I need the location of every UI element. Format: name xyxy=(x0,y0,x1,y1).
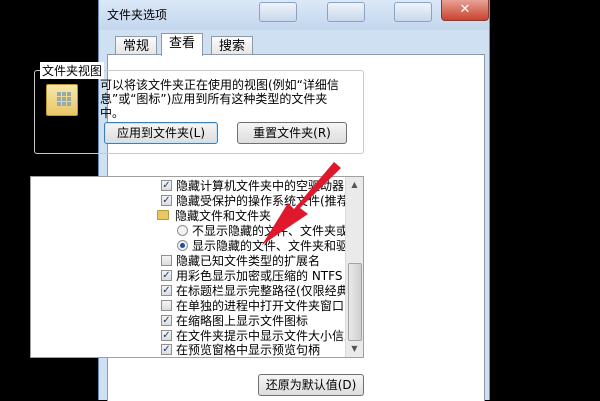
scrollbar-thumb[interactable] xyxy=(348,263,362,341)
close-icon: ✕ xyxy=(459,2,471,17)
list-item-label: 隐藏受保护的操作系统文件(推荐) xyxy=(176,194,354,208)
list-item-label: 隐藏文件和文件夹 xyxy=(175,209,272,223)
tab-general[interactable]: 常规 xyxy=(115,36,158,56)
list-item-label: 在单独的进程中打开文件夹窗口 xyxy=(176,299,345,313)
title-bar-button[interactable] xyxy=(394,2,432,22)
radio-button[interactable] xyxy=(177,240,188,251)
folder-icon xyxy=(157,210,169,220)
checkbox[interactable]: ✓ xyxy=(161,180,172,191)
list-item-label: 不显示隐藏的文件、文件夹或驱动器 xyxy=(192,224,363,238)
advanced-settings-label: 高级设置: xyxy=(30,162,83,176)
scroll-down-icon[interactable]: ▼ xyxy=(346,341,363,357)
list-item-label: 用彩色显示加密或压缩的 NTFS 文件 xyxy=(176,269,364,283)
vertical-scrollbar[interactable]: ▲ ▼ xyxy=(345,177,363,357)
apply-to-folders-button[interactable]: 应用到文件夹(L) xyxy=(104,122,218,144)
checkbox[interactable]: ✓ xyxy=(161,270,172,281)
tab-label: 常规 xyxy=(123,39,150,54)
checkbox[interactable]: ✓ xyxy=(161,195,172,206)
list-item-label: 在缩略图上显示文件图标 xyxy=(176,314,309,328)
folder-views-description: 可以将该文件夹正在使用的视图(例如“详细信息”或“图标”)应用到所有这种类型的文… xyxy=(100,78,339,120)
folder-view-icon xyxy=(46,84,78,116)
checkbox[interactable]: ✓ xyxy=(161,315,172,326)
tab-search[interactable]: 搜索 xyxy=(211,36,254,56)
tab-view[interactable]: 查看 xyxy=(161,33,204,56)
list-item-label: 隐藏已知文件类型的扩展名 xyxy=(176,254,321,268)
scroll-up-icon[interactable]: ▲ xyxy=(346,177,363,193)
list-item-label: 隐藏计算机文件夹中的空驱动器 xyxy=(176,179,345,193)
tab-label: 查看 xyxy=(169,36,196,51)
close-button[interactable]: ✕ xyxy=(441,0,489,21)
title-bar[interactable]: 文件夹选项 ✕ xyxy=(99,0,489,30)
restore-defaults-button[interactable]: 还原为默认值(D) xyxy=(258,374,364,396)
list-item-label: 在文件夹提示中显示文件大小信息 xyxy=(176,329,357,343)
checkbox[interactable] xyxy=(161,300,172,311)
radio-button[interactable] xyxy=(177,225,188,236)
window-title: 文件夹选项 xyxy=(107,8,168,22)
list-item-label: 在预览窗格中显示预览句柄 xyxy=(176,343,321,357)
checkbox[interactable] xyxy=(161,255,172,266)
checkbox[interactable]: ✓ xyxy=(161,344,172,355)
list-item-label: 在标题栏显示完整路径(仅限经典主题) xyxy=(176,284,364,298)
folder-views-title: 文件夹视图 xyxy=(40,62,105,79)
title-bar-button[interactable] xyxy=(327,2,365,22)
list-item-label: 显示隐藏的文件、文件夹和驱动器 xyxy=(192,239,364,253)
checkbox[interactable]: ✓ xyxy=(161,330,172,341)
reset-folders-button[interactable]: 重置文件夹(R) xyxy=(237,122,347,144)
title-bar-button[interactable] xyxy=(259,2,297,22)
checkbox[interactable]: ✓ xyxy=(161,285,172,296)
tab-label: 搜索 xyxy=(219,39,246,54)
advanced-settings-list[interactable]: ✓ 隐藏计算机文件夹中的空驱动器 ✓ 隐藏受保护的操作系统文件(推荐) 隐藏文件和文… xyxy=(30,176,364,358)
